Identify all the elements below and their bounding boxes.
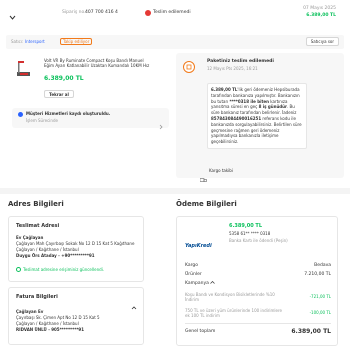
service-title: Müşteri Hizmetleri kaydı oluşturuldu. xyxy=(26,111,111,116)
products-label: Ürünler xyxy=(185,271,202,277)
delivery-line2: Çağlayan / Kağıthane / İstanbul xyxy=(16,247,79,252)
truck-icon xyxy=(199,168,207,182)
discount-row: 750 TL ve üzeri yüm ürünlerinde 100 indi… xyxy=(185,306,331,320)
product-section: Volt VR By Ruminate Compact Koşu Bandı M… xyxy=(6,53,176,173)
shipping-value: Bedava xyxy=(314,262,331,268)
order-no: 407 700 416 4 xyxy=(85,10,118,15)
invoice-line2: Çağlayan / Kağıthane / İstanbul xyxy=(16,321,79,326)
delivery-contact: Duygu Örs Ataday - +90*********91 xyxy=(16,253,95,258)
delivery-line1: Çağlayan Mah Çayırbaşı Sokak No 12 D 15 … xyxy=(16,241,135,246)
package-icon xyxy=(183,61,195,73)
grand-total-label: Genel toplam xyxy=(185,329,216,335)
card-type: Banka Kartı ile ödendi (Peşin) xyxy=(229,238,288,243)
refund-panel: Paketiniz teslim edilemedi 12 Mayıs Pts … xyxy=(176,53,344,182)
grand-total-value: 6.389,00 TL xyxy=(291,328,331,336)
invoice-address-card: Fatura Bilgileri Çağlayan Ev Çayırbaşı S… xyxy=(8,287,144,345)
delivery-name: Ev Çağlayan xyxy=(16,235,44,240)
delivery-address-card: Teslimat Adresi Ev Çağlayan Çağlayan Mah… xyxy=(8,216,144,282)
order-header: Sipariş no. 407 700 416 4 Teslim edileme… xyxy=(0,0,350,28)
summary-divider xyxy=(185,323,331,324)
refund-message-part: ****0318 ile biten xyxy=(229,98,269,104)
refund-message: 6.389,00 TL'lik geri ödemeniz Hepsiburad… xyxy=(207,83,307,149)
campaign-label-text: Kampanya xyxy=(185,280,209,286)
discount-row: Koşu Bandı ve Kondisyon Bisikletlerinde … xyxy=(185,290,331,304)
card-number: 5358 61** **** 0318 xyxy=(229,231,271,236)
delivery-title: Teslimat Adresi xyxy=(16,223,60,229)
buy-again-button[interactable]: Tekrar al xyxy=(44,90,74,98)
refund-title: Paketiniz teslim edilemedi xyxy=(207,59,274,64)
discount-label: Koşu Bandı ve Kondisyon Bisikletlerinde … xyxy=(185,291,275,302)
order-no-label: Sipariş no. xyxy=(62,10,86,15)
check-icon xyxy=(16,267,21,272)
refund-message-part: 6.389,00 TL xyxy=(211,87,238,92)
seller-bar: Satıcı: Intersport Takip ediliyor Satıcı… xyxy=(6,35,344,49)
products-value: 7.210,00 TL xyxy=(304,271,331,277)
chevron-right-icon xyxy=(159,115,163,130)
invoice-name: Çağlayan Ev xyxy=(16,309,44,314)
chevron-down-icon[interactable] xyxy=(9,6,16,20)
discount-value: -100,00 TL xyxy=(309,310,331,316)
refund-date: 12 Mayıs Pts 2025, 16:21 xyxy=(207,66,258,71)
seller-name[interactable]: Intersport xyxy=(25,39,45,44)
payment-amount: 6.389,00 TL xyxy=(229,223,263,229)
payment-card: YapıKredi 6.389,00 TL 5358 61** **** 031… xyxy=(176,216,338,346)
product-name[interactable]: Volt VR By Ruminate Compact Koşu Bandı M… xyxy=(44,58,154,69)
discount-value: -721,00 TL xyxy=(309,294,331,300)
invoice-line1: Çayırbaşı Sk. Çimen Apt No 12 D 15 Kat 5 xyxy=(16,315,100,320)
info-icon xyxy=(18,112,23,117)
bank-logo: YapıKredi xyxy=(185,232,221,249)
section-divider xyxy=(0,188,350,194)
delivery-status: Teslimat adresine erişiminiz güncellendi… xyxy=(23,267,105,272)
chevron-up-icon[interactable] xyxy=(131,295,137,310)
shipping-label: Kargo xyxy=(185,262,199,268)
chevron-up-icon xyxy=(210,280,216,284)
payment-summary: Kargo Bedava Ürünler 7.210,00 TL Kampany… xyxy=(185,261,331,337)
invoice-title: Fatura Bilgileri xyxy=(16,294,58,300)
follow-badge[interactable]: Takip ediliyor xyxy=(60,38,93,46)
payment-section-title: Ödeme Bilgileri xyxy=(176,200,237,208)
order-date: 07 Mayıs 2025 xyxy=(303,6,336,11)
invoice-contact: RIDVAN ÜNLÜ - 905*********91 xyxy=(16,327,84,332)
service-subtitle: İşlem Sürecinde xyxy=(26,118,58,123)
address-section-title: Adres Bilgileri xyxy=(8,200,64,208)
campaign-row[interactable]: Kampanya xyxy=(185,279,331,288)
campaign-label: Kampanya xyxy=(185,280,216,287)
products-row: Ürünler 7.210,00 TL xyxy=(185,270,331,279)
status-icon xyxy=(145,10,151,16)
grand-total-row: Genel toplam 6.389,00 TL xyxy=(185,327,331,337)
product-price: 6.389,00 TL xyxy=(44,75,84,82)
ask-seller-button[interactable]: Satıcıya sor xyxy=(305,37,339,47)
refund-message-part: 8 iş günüdür xyxy=(258,104,287,110)
status-badge: Teslim edilemedi xyxy=(153,10,191,15)
refund-message-part: 857843084490016251 xyxy=(211,115,262,121)
product-image[interactable] xyxy=(16,59,31,79)
seller-label: Satıcı: xyxy=(11,39,24,44)
service-card[interactable]: Müşteri Hizmetleri kaydı oluşturuldu. İş… xyxy=(12,108,169,130)
order-total: 6.389,00 TL xyxy=(306,13,336,18)
shipping-row: Kargo Bedava xyxy=(185,261,331,270)
bank-logo-text: YapıKredi xyxy=(185,243,212,249)
discount-label: 750 TL ve üzeri yüm ürünlerinde 100 indi… xyxy=(185,307,282,318)
cargo-tracking-link[interactable]: Kargo takibi xyxy=(209,168,233,173)
